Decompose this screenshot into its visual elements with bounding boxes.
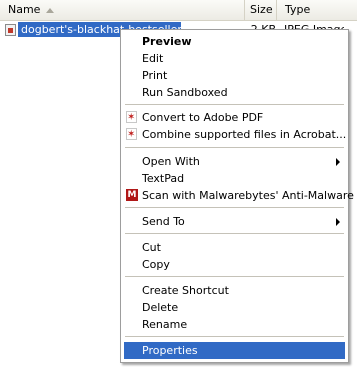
- menu-item-create-shortcut[interactable]: Create Shortcut: [124, 282, 345, 299]
- menu-item-textpad-label: TextPad: [142, 172, 185, 185]
- menu-separator: [125, 147, 344, 148]
- image-file-icon: [5, 24, 16, 36]
- menu-item-run-sandboxed-label: Run Sandboxed: [142, 86, 228, 99]
- menu-item-convert-pdf-label: Convert to Adobe PDF: [142, 111, 264, 124]
- menu-item-cut[interactable]: Cut: [124, 239, 345, 256]
- menu-item-rename-label: Rename: [142, 318, 188, 331]
- menu-item-edit[interactable]: Edit: [124, 50, 345, 67]
- menu-separator: [125, 207, 344, 208]
- menu-item-copy[interactable]: Copy: [124, 256, 345, 273]
- menu-item-open-with[interactable]: Open With: [124, 153, 345, 170]
- menu-separator: [125, 336, 344, 337]
- column-size-label: Size: [250, 3, 273, 16]
- menu-item-delete[interactable]: Delete: [124, 299, 345, 316]
- menu-item-send-to[interactable]: Send To: [124, 213, 345, 230]
- column-type-label: Type: [285, 3, 311, 16]
- submenu-arrow-icon: [336, 158, 340, 166]
- menu-item-copy-label: Copy: [142, 258, 170, 271]
- menu-item-open-with-label: Open With: [142, 155, 200, 168]
- column-size[interactable]: Size: [244, 0, 276, 20]
- column-name-label: Name: [8, 3, 41, 16]
- menu-item-properties[interactable]: Properties: [124, 342, 345, 359]
- menu-item-print[interactable]: Print: [124, 67, 345, 84]
- menu-item-convert-pdf[interactable]: Convert to Adobe PDF: [124, 109, 345, 126]
- menu-item-properties-label: Properties: [142, 344, 198, 357]
- column-name[interactable]: Name: [0, 0, 244, 20]
- sort-ascending-icon: [46, 8, 54, 13]
- menu-item-textpad[interactable]: TextPad: [124, 170, 345, 187]
- menu-item-scan-malwarebytes-label: Scan with Malwarebytes' Anti-Malware: [142, 189, 354, 202]
- menu-item-preview[interactable]: Preview: [124, 33, 345, 50]
- menu-item-rename[interactable]: Rename: [124, 316, 345, 333]
- menu-item-run-sandboxed[interactable]: Run Sandboxed: [124, 84, 345, 101]
- context-menu: Preview Edit Print Run Sandboxed Convert…: [120, 29, 354, 363]
- menu-separator: [125, 276, 344, 277]
- menu-item-combine-acrobat-label: Combine supported files in Acrobat...: [142, 128, 347, 141]
- menu-item-preview-label: Preview: [142, 35, 192, 48]
- menu-item-send-to-label: Send To: [142, 215, 185, 228]
- adobe-acrobat-icon: [126, 126, 137, 143]
- adobe-pdf-icon: [126, 109, 137, 126]
- menu-separator: [125, 104, 344, 105]
- column-header: Name Size Type: [0, 0, 357, 21]
- menu-separator: [125, 233, 344, 234]
- menu-item-scan-malwarebytes[interactable]: M Scan with Malwarebytes' Anti-Malware: [124, 187, 354, 204]
- menu-item-combine-acrobat[interactable]: Combine supported files in Acrobat...: [124, 126, 347, 143]
- menu-item-create-shortcut-label: Create Shortcut: [142, 284, 229, 297]
- submenu-arrow-icon: [336, 218, 340, 226]
- column-type[interactable]: Type: [276, 0, 357, 20]
- menu-item-print-label: Print: [142, 69, 168, 82]
- menu-item-edit-label: Edit: [142, 52, 164, 65]
- menu-item-delete-label: Delete: [142, 301, 179, 314]
- malwarebytes-icon: M: [126, 189, 138, 201]
- menu-item-cut-label: Cut: [142, 241, 161, 254]
